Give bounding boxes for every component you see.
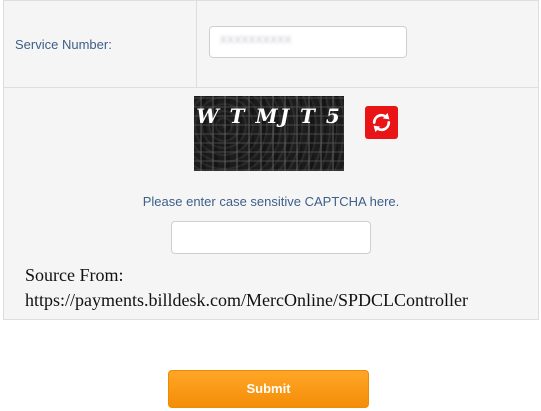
source-url: https://payments.billdesk.com/MercOnline… [25,290,468,310]
service-number-value: XXXXXXXXXX [220,35,292,46]
source-label: Source From: [25,265,124,285]
service-number-input[interactable]: XXXXXXXXXX [209,26,407,58]
service-label-cell: Service Number: [4,1,197,87]
service-form: Service Number: XXXXXXXXXX W T MJ T 5 Pl… [3,0,539,320]
captcha-input[interactable] [171,221,371,254]
refresh-captcha-button[interactable] [365,106,398,139]
captcha-hint: Please enter case sensitive CAPTCHA here… [142,194,400,209]
service-number-row: Service Number: XXXXXXXXXX [4,1,538,88]
service-number-label: Service Number: [15,37,112,52]
refresh-icon [372,112,391,133]
submit-button[interactable]: Submit [168,370,369,408]
captcha-image: W T MJ T 5 [194,96,344,171]
captcha-image-text: W T MJ T 5 [196,104,342,128]
